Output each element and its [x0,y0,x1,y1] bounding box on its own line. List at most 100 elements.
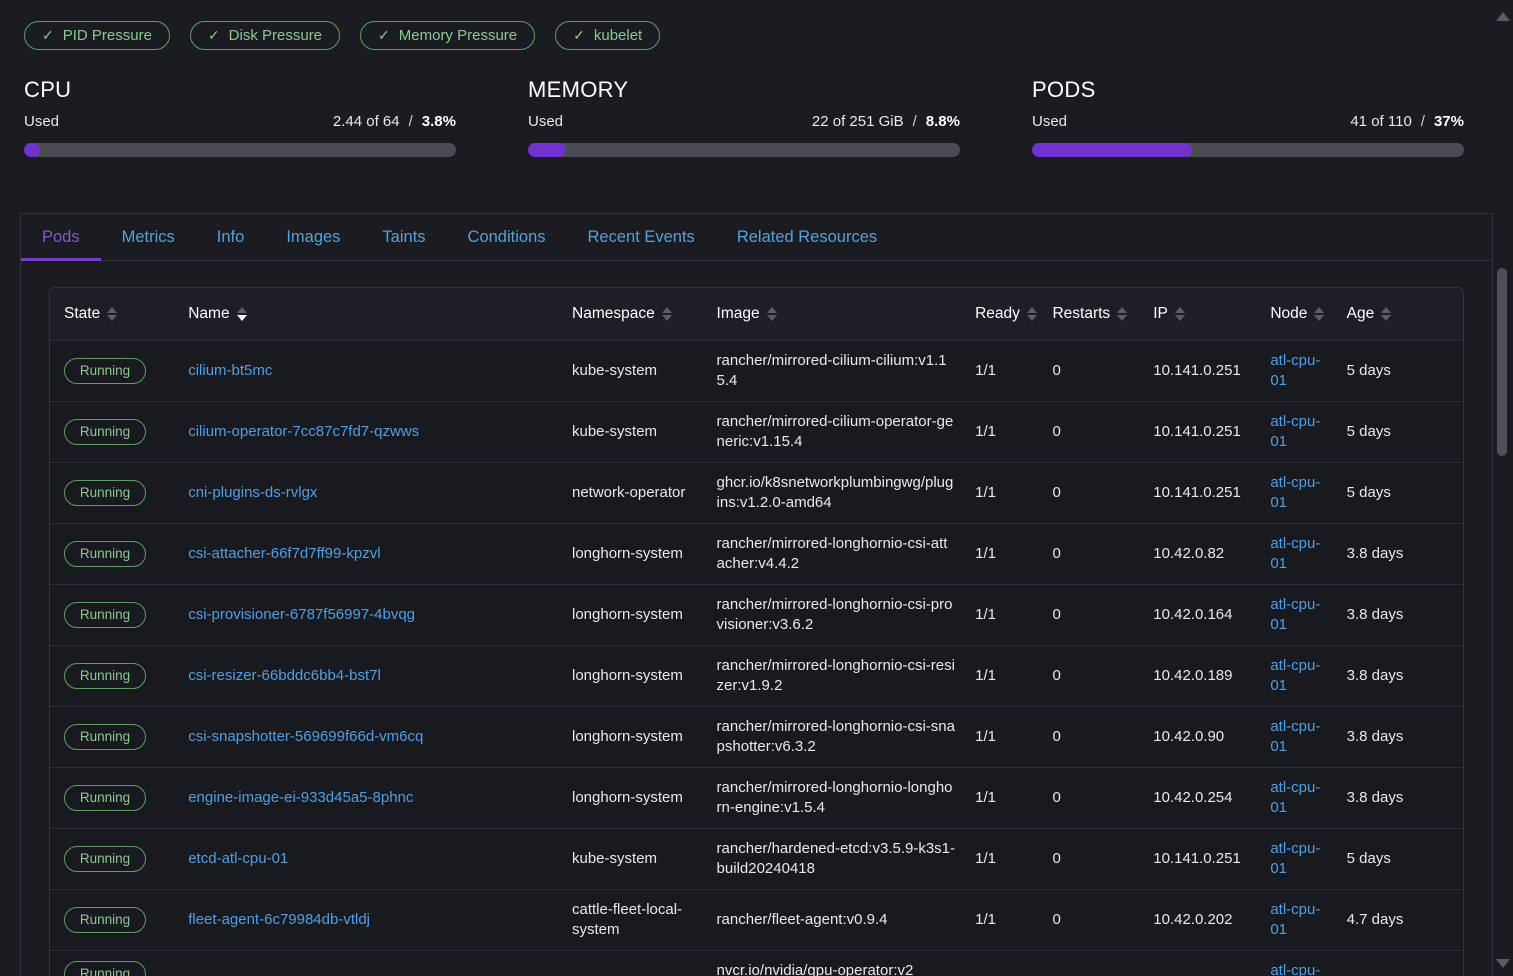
scrollbar-thumb[interactable] [1497,268,1507,456]
age-cell: 4.7 days [1335,889,1463,950]
tab-related-resources[interactable]: Related Resources [716,214,898,260]
column-header-age[interactable]: Age [1347,305,1392,323]
node-link[interactable]: atl-cpu-01 [1270,901,1320,938]
image-cell: rancher/mirrored-longhornio-csi-attacher… [705,523,964,584]
pod-name-link[interactable]: engine-image-ei-933d45a5-8phnc [188,789,413,806]
namespace-cell: longhorn-system [560,584,705,645]
node-link[interactable]: atl-cpu-01 [1270,657,1320,694]
namespace-cell: kube-system [560,401,705,462]
node-link[interactable]: atl-cpu-01 [1270,413,1320,450]
scroll-down-arrow-icon[interactable] [1496,959,1510,968]
age-cell: 3.8 days [1335,767,1463,828]
condition-memory-pressure: ✓ Memory Pressure [360,21,535,50]
sort-icon [1381,307,1391,321]
condition-disk-pressure: ✓ Disk Pressure [190,21,340,50]
ready-cell: 1/1 [963,828,1040,889]
pod-name-link[interactable]: cilium-operator-7cc87c7fd7-qzwws [188,423,419,440]
state-badge: Running [64,480,146,506]
pod-name-link[interactable]: csi-resizer-66bddc6bb4-bst7l [188,667,381,684]
ip-cell: 10.141.0.251 [1141,828,1258,889]
namespace-cell: longhorn-system [560,767,705,828]
table-row: Running fleet-agent-6c79984db-vtldj catt… [50,889,1463,950]
gauge-title: PODS [1032,77,1464,103]
column-header-namespace[interactable]: Namespace [572,305,672,323]
namespace-cell: longhorn-system [560,645,705,706]
namespace-cell: cattle-fleet-local-system [560,889,705,950]
image-cell: rancher/mirrored-longhornio-csi-snapshot… [705,706,964,767]
gauge-separator: / [913,113,917,130]
gauge-amount: 2.44 of 64 [333,113,400,130]
sort-icon [1314,307,1324,321]
column-header-restarts[interactable]: Restarts [1052,305,1127,323]
node-link[interactable]: atl-cpu-01 [1270,840,1320,877]
node-link[interactable]: atl-cpu-01 [1270,779,1320,816]
tab-recent-events[interactable]: Recent Events [567,214,716,260]
image-cell: rancher/fleet-agent:v0.9.4 [705,889,964,950]
state-badge: Running [64,846,146,872]
condition-label: Disk Pressure [229,27,322,44]
pods-gauge: PODS Used 41 of 110 / 37% [1032,77,1464,157]
node-link[interactable]: atl-cpu-01 [1270,718,1320,755]
ip-cell: 10.42.0.164 [1141,584,1258,645]
pods-progress-bar [1032,143,1464,157]
ip-cell: 10.42.0.189 [1141,645,1258,706]
pod-name-link[interactable]: cilium-bt5mc [188,362,272,379]
state-badge: Running [64,541,146,567]
image-cell: rancher/mirrored-longhornio-longhorn-eng… [705,767,964,828]
ip-cell: 10.141.0.251 [1141,401,1258,462]
gauge-used-label: Used [1032,113,1067,130]
condition-kubelet: ✓ kubelet [555,21,660,50]
pod-name-link[interactable]: cni-plugins-ds-rvlgx [188,484,317,501]
column-header-image[interactable]: Image [717,305,777,323]
column-header-name[interactable]: Name [188,305,246,323]
gauge-separator: / [409,113,413,130]
gauge-title: MEMORY [528,77,960,103]
node-link[interactable]: atl-cpu-01 [1270,535,1320,572]
image-cell: rancher/hardened-etcd:v3.5.9-k3s1-build2… [705,828,964,889]
tab-conditions[interactable]: Conditions [447,214,567,260]
state-badge: Running [64,961,146,976]
namespace-cell: network-operator [560,462,705,523]
table-row: Running etcd-atl-cpu-01 kube-system ranc… [50,828,1463,889]
restarts-cell: 0 [1040,401,1141,462]
table-row: Running csi-attacher-66f7d7ff99-kpzvl lo… [50,523,1463,584]
column-header-node[interactable]: Node [1270,305,1324,323]
tab-taints[interactable]: Taints [361,214,446,260]
restarts-cell: 0 [1040,706,1141,767]
pods-table-body: Running cilium-bt5mc kube-system rancher… [50,340,1463,976]
memory-gauge: MEMORY Used 22 of 251 GiB / 8.8% [528,77,960,157]
node-link[interactable]: atl-cpu-01 [1270,596,1320,633]
pod-name-link[interactable]: fleet-agent-6c79984db-vtldj [188,911,370,928]
pod-name-link[interactable]: csi-snapshotter-569699f66d-vm6cq [188,728,423,745]
image-cell: rancher/mirrored-cilium-cilium:v1.15.4 [705,340,964,401]
column-header-ip[interactable]: IP [1153,305,1185,323]
restarts-cell: 0 [1040,584,1141,645]
pod-name-link[interactable]: etcd-atl-cpu-01 [188,850,288,867]
tab-metrics[interactable]: Metrics [101,214,196,260]
column-header-state[interactable]: State [64,305,117,323]
node-link[interactable]: atl-cpu-01 [1270,352,1320,389]
table-row: Running cni-plugins-ds-rvlgx network-ope… [50,462,1463,523]
vertical-scrollbar[interactable] [1493,0,1511,976]
tab-images[interactable]: Images [265,214,361,260]
gauge-amount: 22 of 251 GiB [812,113,904,130]
node-link[interactable]: atl-cpu-01 [1270,962,1320,976]
column-header-ready[interactable]: Ready [975,305,1037,323]
ip-cell: 10.141.0.251 [1141,340,1258,401]
scroll-up-arrow-icon[interactable] [1496,12,1510,21]
pod-name-link[interactable]: csi-attacher-66f7d7ff99-kpzvl [188,545,380,562]
age-cell: 3.8 days [1335,645,1463,706]
gauge-percent: 37% [1434,113,1464,130]
restarts-cell: 0 [1040,340,1141,401]
tab-pods[interactable]: Pods [21,214,101,260]
pod-name-link[interactable]: csi-provisioner-6787f56997-4bvqg [188,606,415,623]
table-row: Running engine-image-ei-933d45a5-8phnc l… [50,767,1463,828]
restarts-cell [1040,950,1141,976]
condition-label: PID Pressure [63,27,152,44]
state-badge: Running [64,785,146,811]
tab-info[interactable]: Info [196,214,266,260]
ready-cell: 1/1 [963,401,1040,462]
sort-icon [107,307,117,321]
node-link[interactable]: atl-cpu-01 [1270,474,1320,511]
image-cell: rancher/mirrored-longhornio-csi-provisio… [705,584,964,645]
